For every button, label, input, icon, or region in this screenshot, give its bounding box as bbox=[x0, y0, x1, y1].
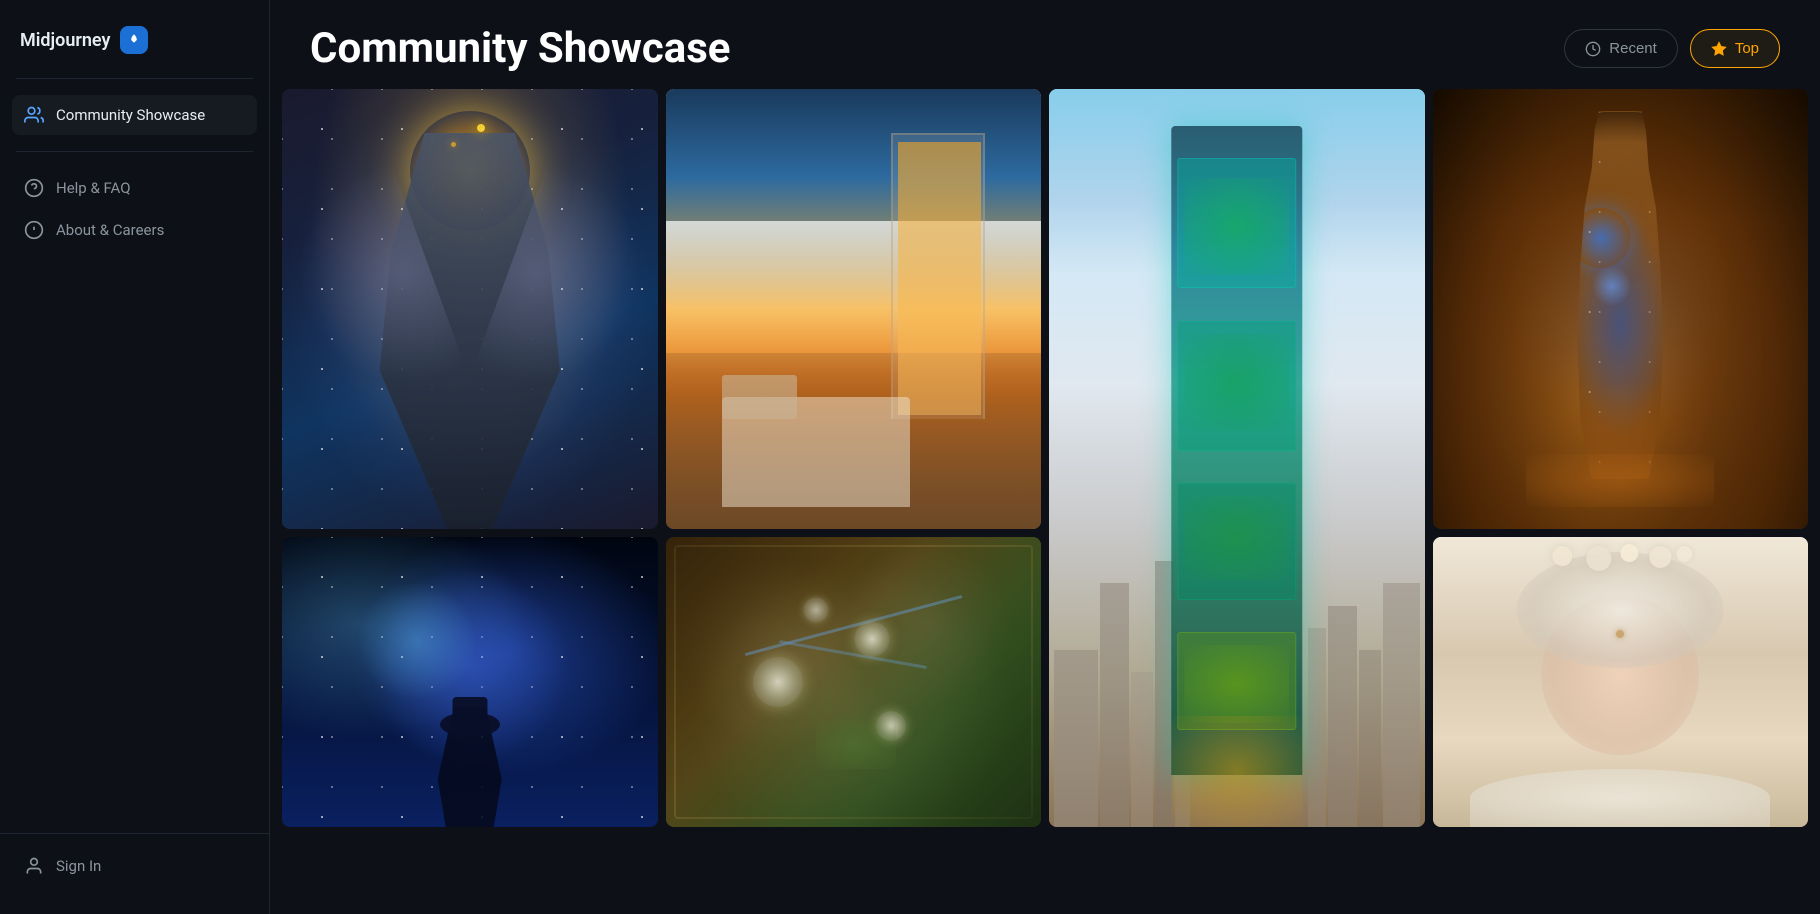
gallery-image-zeus[interactable] bbox=[282, 89, 658, 529]
community-icon bbox=[24, 105, 44, 125]
gallery-image-fantasy-map[interactable] bbox=[666, 537, 1042, 827]
gallery-image-portrait[interactable] bbox=[1433, 537, 1809, 827]
sidebar: Midjourney Community Showcase bbox=[0, 0, 270, 914]
gallery-column-3 bbox=[1433, 89, 1809, 827]
sidebar-nav: Community Showcase bbox=[0, 87, 269, 143]
sign-in-label: Sign In bbox=[56, 857, 101, 875]
top-button[interactable]: Top bbox=[1690, 29, 1780, 68]
sidebar-help-label: Help & FAQ bbox=[56, 179, 131, 197]
header-actions: Recent Top bbox=[1564, 29, 1780, 68]
info-icon bbox=[24, 220, 44, 240]
rocket-icon bbox=[120, 26, 148, 54]
gallery-image-bottle-galaxy[interactable] bbox=[1433, 89, 1809, 529]
gallery-image-space-cowboy[interactable] bbox=[282, 537, 658, 827]
help-icon bbox=[24, 178, 44, 198]
sidebar-item-sign-in[interactable]: Sign In bbox=[12, 846, 257, 886]
sidebar-item-about-careers[interactable]: About & Careers bbox=[12, 210, 257, 250]
sidebar-divider-2 bbox=[16, 151, 253, 152]
gallery-grid bbox=[282, 89, 1808, 827]
recent-label: Recent bbox=[1609, 40, 1657, 57]
main-content: Community Showcase Recent Top bbox=[270, 0, 1820, 914]
gallery bbox=[270, 89, 1820, 914]
sidebar-item-help-faq[interactable]: Help & FAQ bbox=[12, 168, 257, 208]
clock-icon bbox=[1585, 41, 1601, 57]
recent-button[interactable]: Recent bbox=[1564, 29, 1678, 68]
gallery-image-bedroom[interactable] bbox=[666, 89, 1042, 529]
sidebar-header: Midjourney bbox=[0, 16, 269, 70]
sidebar-item-community-showcase[interactable]: Community Showcase bbox=[12, 95, 257, 135]
sidebar-divider bbox=[16, 78, 253, 79]
gallery-image-aqua-tower[interactable] bbox=[1049, 89, 1425, 827]
sidebar-community-label: Community Showcase bbox=[56, 106, 205, 124]
main-header: Community Showcase Recent Top bbox=[270, 0, 1820, 89]
gallery-column-2 bbox=[1049, 89, 1425, 827]
sidebar-about-label: About & Careers bbox=[56, 221, 164, 239]
top-label: Top bbox=[1735, 40, 1759, 57]
gallery-column-0 bbox=[282, 89, 658, 827]
user-icon bbox=[24, 856, 44, 876]
page-title: Community Showcase bbox=[310, 24, 730, 73]
star-icon bbox=[1711, 41, 1727, 57]
gallery-column-1 bbox=[666, 89, 1042, 827]
app-title: Midjourney bbox=[20, 30, 110, 51]
sidebar-bottom: Sign In bbox=[0, 833, 269, 898]
sidebar-nav-2: Help & FAQ About & Careers bbox=[0, 160, 269, 258]
